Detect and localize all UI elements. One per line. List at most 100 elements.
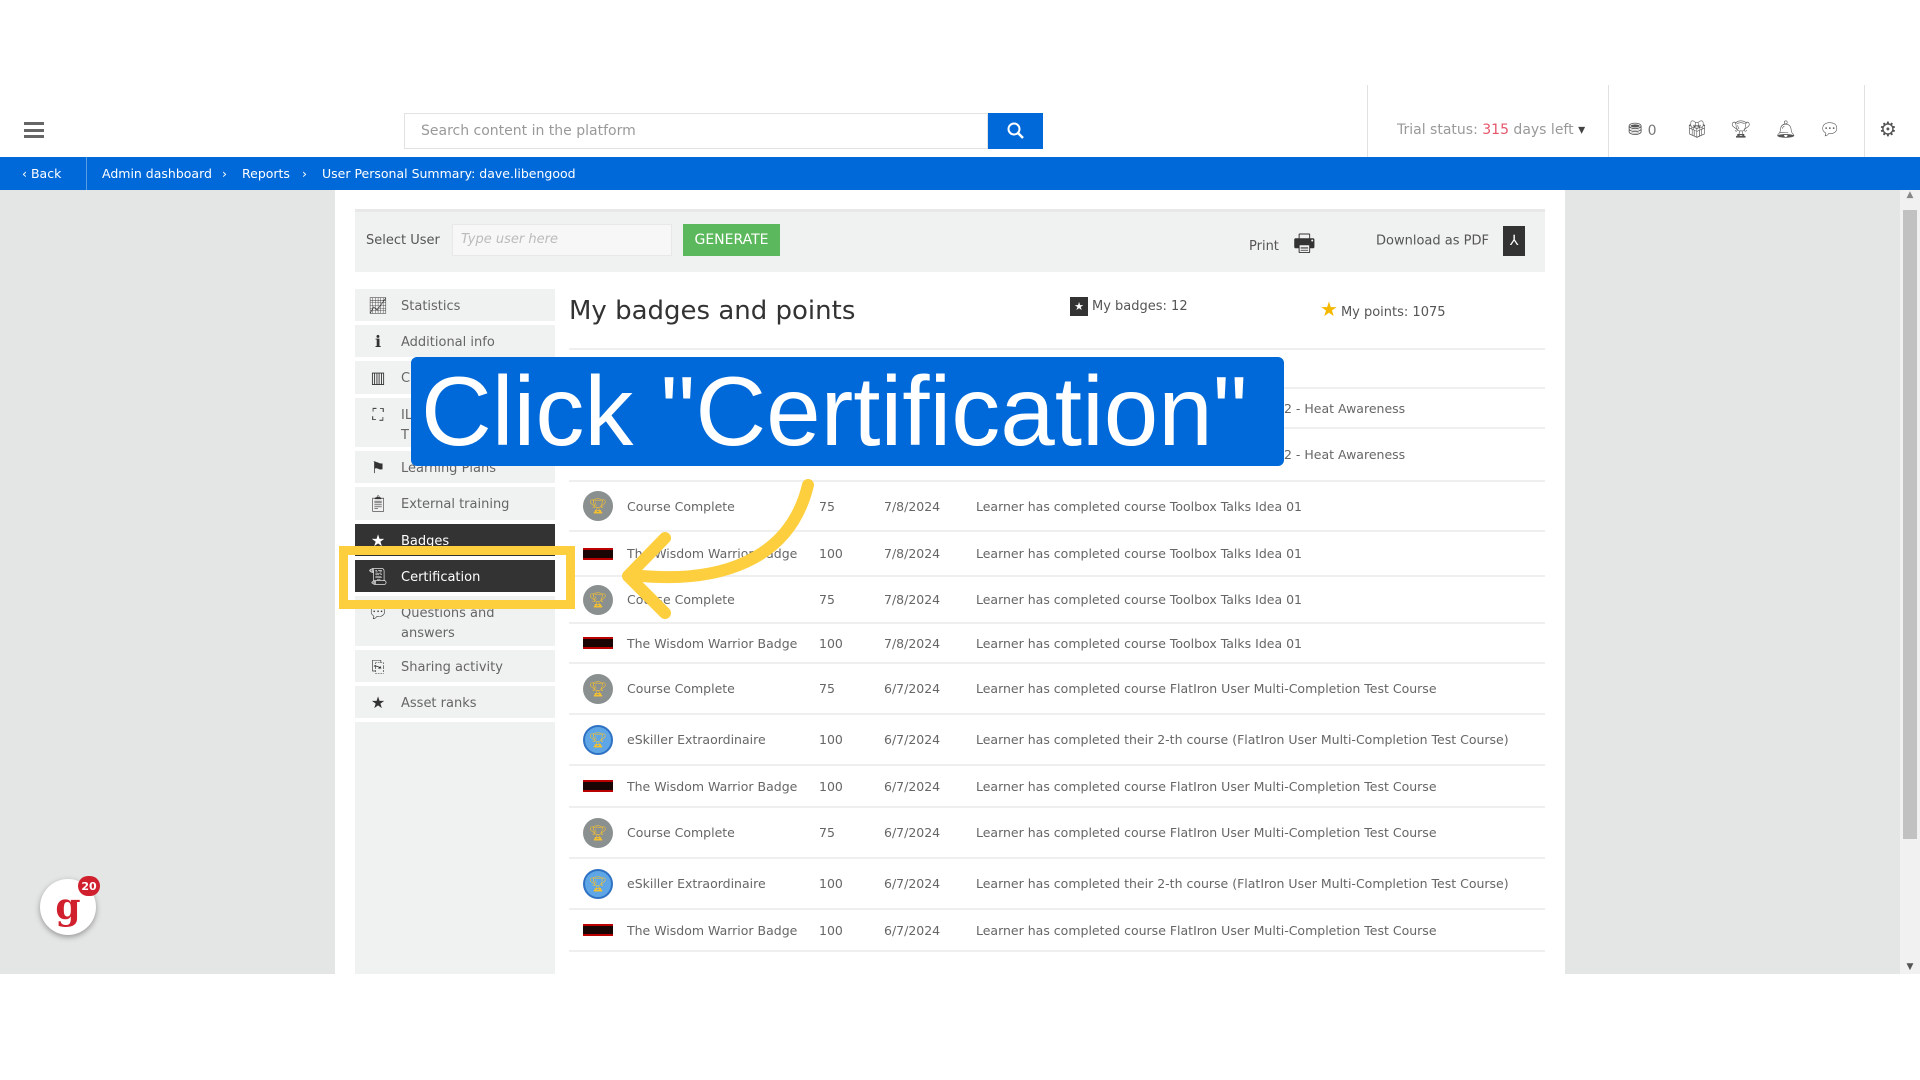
search-button[interactable]: [988, 113, 1043, 149]
badge-date: 6/7/2024: [884, 922, 941, 938]
back-label: Back: [30, 166, 62, 181]
badge-name: eSkiller Extraordinaire: [627, 876, 766, 891]
badge-name: Course Complete: [627, 592, 735, 607]
badge-date: 7/8/2024: [884, 635, 941, 651]
wisdom-warrior-badge-icon: [583, 780, 613, 792]
page-background-left: [0, 190, 335, 974]
scroll-down-icon[interactable]: ▼: [1900, 962, 1920, 972]
badge-description: Learner has completed course FlatIron Us…: [976, 825, 1437, 840]
sidebar-item-external-training[interactable]: 📋︎ External training: [355, 487, 555, 524]
badge-description: Learner has completed course FlatIron Us…: [976, 681, 1437, 696]
trial-suffix: days left: [1508, 122, 1574, 138]
hamburger-menu-icon[interactable]: [24, 122, 44, 138]
badge-date: 7/8/2024: [884, 546, 941, 561]
table-row: 🏆︎ Course Complete 75 7/8/2024 Learner has c…: [569, 577, 1545, 624]
breadcrumb-current: User Personal Summary: dave.libengood: [322, 166, 576, 181]
trophy-badge-icon: 🏆︎: [583, 673, 613, 704]
my-badges: ★ My badges: 12: [1070, 297, 1188, 316]
badge-description: Learner has completed their 2-th course …: [976, 876, 1509, 891]
scrollbar-thumb[interactable]: [1903, 210, 1917, 839]
trophy-icon[interactable]: 🏆︎: [1730, 120, 1752, 140]
badge-points: 100: [819, 635, 843, 651]
chevron-left-icon: ‹: [22, 166, 27, 181]
badge-name: The Wisdom Warrior Badge: [627, 778, 798, 794]
table-row: 🏆︎ Course Complete 75 6/7/2024 Learner has c…: [569, 808, 1545, 859]
breadcrumb-reports[interactable]: Reports: [242, 166, 290, 181]
table-row: The Wisdom Warrior Badge 100 7/8/2024 Learn…: [569, 624, 1545, 664]
generate-button[interactable]: GENERATE: [683, 224, 780, 256]
bell-icon[interactable]: 🔔︎: [1775, 120, 1797, 140]
badge-star-icon: ★: [1070, 297, 1088, 316]
divider: [1608, 85, 1609, 157]
trophy-badge-icon: 🏆︎: [583, 817, 613, 848]
wisdom-warrior-badge-icon: [583, 924, 613, 936]
badge-name: Course Complete: [627, 681, 735, 696]
badge-name: eSkiller Extraordinaire: [627, 732, 766, 747]
my-badges-label: My badges: 12: [1092, 299, 1188, 314]
badge-name: The Wisdom Warrior Badge: [627, 922, 798, 938]
gear-icon[interactable]: ⚙: [1879, 117, 1897, 141]
trial-days: 315: [1482, 122, 1509, 138]
badge-name: The Wisdom Warrior Badge: [627, 546, 798, 561]
sidebar-item-asset-ranks[interactable]: ★ Asset ranks: [355, 686, 555, 722]
coins-icon[interactable]: ⛃ 0: [1628, 120, 1657, 140]
pdf-icon: ⅄: [1503, 226, 1526, 256]
user-input[interactable]: Type user here: [452, 224, 672, 256]
download-pdf-button[interactable]: Download as PDF ⅄: [1376, 226, 1526, 256]
table-row: The Wisdom Warrior Badge 100 7/8/2024 Learn…: [569, 532, 1545, 577]
sidebar-item-statistics[interactable]: 📈︎ Statistics: [355, 289, 555, 325]
table-row: 🏆︎ eSkiller Extraordinaire 100 6/7/2024 Lear…: [569, 859, 1545, 910]
breadcrumb: ‹ Back Admin dashboard › Reports › User …: [0, 157, 1920, 190]
chevron-right-icon: ›: [222, 166, 227, 181]
badge-name: Course Complete: [627, 825, 735, 840]
caret-down-icon: ▾: [1578, 122, 1586, 138]
breadcrumb-admin-dashboard[interactable]: Admin dashboard: [102, 166, 212, 181]
search-placeholder: Search content in the platform: [421, 123, 636, 139]
badge-description: Learner has completed course FlatIron Us…: [976, 922, 1437, 938]
sidebar-item-label: Additional info: [401, 335, 495, 350]
chevron-right-icon: ›: [302, 166, 307, 181]
printer-icon: 🖶: [1293, 229, 1316, 257]
my-points-label: My points: 1075: [1340, 305, 1446, 320]
sidebar-item-label: External training: [401, 497, 510, 512]
sidebar-item-label: C: [401, 371, 411, 386]
scroll-up-icon[interactable]: ▲: [1900, 190, 1920, 200]
chart-line-icon: 📈︎: [367, 296, 389, 315]
badge-date: 6/7/2024: [884, 778, 941, 794]
search-input[interactable]: Search content in the platform: [404, 113, 988, 149]
badge-description: Learner has completed their 2-th course …: [976, 732, 1509, 747]
search-icon: [1007, 122, 1024, 139]
badge-date: 7/8/2024: [884, 592, 941, 607]
table-row: The Wisdom Warrior Badge 100 6/7/2024 Learn…: [569, 910, 1545, 952]
info-icon: ℹ: [374, 332, 382, 351]
table-row: 🏆︎ eSkiller Extraordinaire 100 6/7/2024 Lear…: [569, 715, 1545, 766]
badge-description: Learner has completed course Toolbox Tal…: [976, 635, 1302, 651]
wisdom-warrior-badge-icon: [583, 547, 613, 560]
badge-points: 75: [819, 825, 835, 840]
trial-label: Trial status:: [1397, 122, 1483, 138]
table-row: 🏆︎ Course Complete 75 7/8/2024 Learner has c…: [569, 482, 1545, 532]
trial-status-dropdown[interactable]: Trial status: 315 days left ▾: [1397, 122, 1585, 138]
sidebar-item-label: Sharing activity: [401, 660, 503, 675]
badge-date: 6/7/2024: [884, 681, 941, 696]
badge-description: Learner has completed course FlatIron Us…: [976, 778, 1437, 794]
trophy-badge-icon: 🏆︎: [583, 491, 613, 521]
print-label: Print: [1249, 239, 1279, 254]
presentation-icon: ⛶: [372, 405, 384, 424]
sidebar-item-label: Statistics: [401, 299, 461, 314]
badge-points: 75: [819, 681, 835, 696]
divider: [1367, 85, 1368, 157]
print-button[interactable]: Print 🖶: [1249, 226, 1316, 267]
sidebar-item-sharing-activity[interactable]: ⎘ Sharing activity: [355, 650, 555, 686]
chat-icon[interactable]: 💬︎: [1819, 120, 1841, 140]
table-row: 🏆︎ Course Complete 75 6/7/2024 Learner has c…: [569, 664, 1545, 715]
clipboard-icon: 📋︎: [367, 494, 389, 513]
my-points: ★ My points: 1075: [1320, 297, 1446, 321]
gift-icon[interactable]: 🎁︎: [1686, 120, 1708, 140]
widget-count-badge: 20: [78, 876, 100, 896]
back-button[interactable]: ‹ Back: [22, 166, 61, 181]
badge-points: 75: [819, 592, 835, 607]
user-placeholder: Type user here: [461, 232, 558, 247]
table-row: The Wisdom Warrior Badge 100 6/7/2024 Learn…: [569, 766, 1545, 808]
badge-points: 100: [819, 876, 843, 891]
